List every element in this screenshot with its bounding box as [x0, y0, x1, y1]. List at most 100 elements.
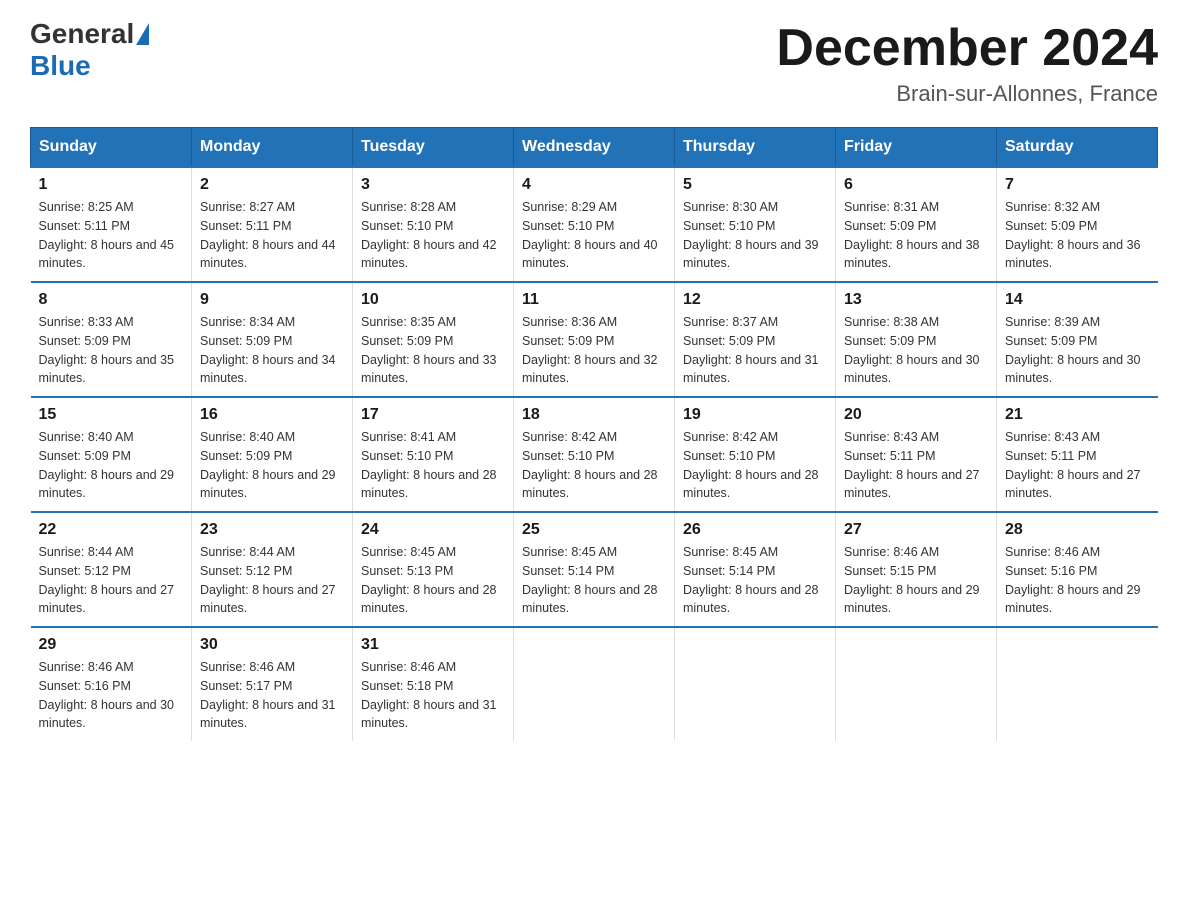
calendar-table: Sunday Monday Tuesday Wednesday Thursday… — [30, 127, 1158, 741]
col-wednesday: Wednesday — [514, 128, 675, 168]
calendar-day-cell: 27 Sunrise: 8:46 AMSunset: 5:15 PMDaylig… — [836, 512, 997, 627]
calendar-day-cell: 22 Sunrise: 8:44 AMSunset: 5:12 PMDaylig… — [31, 512, 192, 627]
col-tuesday: Tuesday — [353, 128, 514, 168]
day-info: Sunrise: 8:45 AMSunset: 5:14 PMDaylight:… — [522, 545, 658, 615]
day-info: Sunrise: 8:34 AMSunset: 5:09 PMDaylight:… — [200, 315, 336, 385]
day-number: 9 — [200, 291, 344, 309]
calendar-day-cell: 15 Sunrise: 8:40 AMSunset: 5:09 PMDaylig… — [31, 397, 192, 512]
day-number: 15 — [39, 406, 184, 424]
day-info: Sunrise: 8:25 AMSunset: 5:11 PMDaylight:… — [39, 200, 175, 270]
calendar-day-cell: 21 Sunrise: 8:43 AMSunset: 5:11 PMDaylig… — [997, 397, 1158, 512]
col-saturday: Saturday — [997, 128, 1158, 168]
day-number: 6 — [844, 176, 988, 194]
day-info: Sunrise: 8:32 AMSunset: 5:09 PMDaylight:… — [1005, 200, 1141, 270]
day-info: Sunrise: 8:44 AMSunset: 5:12 PMDaylight:… — [200, 545, 336, 615]
calendar-day-cell: 1 Sunrise: 8:25 AMSunset: 5:11 PMDayligh… — [31, 167, 192, 282]
day-number: 17 — [361, 406, 505, 424]
day-number: 19 — [683, 406, 827, 424]
calendar-day-cell: 11 Sunrise: 8:36 AMSunset: 5:09 PMDaylig… — [514, 282, 675, 397]
days-header-row: Sunday Monday Tuesday Wednesday Thursday… — [31, 128, 1158, 168]
day-info: Sunrise: 8:38 AMSunset: 5:09 PMDaylight:… — [844, 315, 980, 385]
calendar-day-cell: 7 Sunrise: 8:32 AMSunset: 5:09 PMDayligh… — [997, 167, 1158, 282]
day-info: Sunrise: 8:45 AMSunset: 5:13 PMDaylight:… — [361, 545, 497, 615]
calendar-day-cell: 10 Sunrise: 8:35 AMSunset: 5:09 PMDaylig… — [353, 282, 514, 397]
day-info: Sunrise: 8:36 AMSunset: 5:09 PMDaylight:… — [522, 315, 658, 385]
calendar-day-cell: 30 Sunrise: 8:46 AMSunset: 5:17 PMDaylig… — [192, 627, 353, 741]
day-number: 26 — [683, 521, 827, 539]
day-info: Sunrise: 8:46 AMSunset: 5:16 PMDaylight:… — [39, 660, 175, 730]
day-number: 11 — [522, 291, 666, 309]
calendar-day-cell: 18 Sunrise: 8:42 AMSunset: 5:10 PMDaylig… — [514, 397, 675, 512]
day-number: 14 — [1005, 291, 1150, 309]
day-number: 16 — [200, 406, 344, 424]
day-info: Sunrise: 8:46 AMSunset: 5:17 PMDaylight:… — [200, 660, 336, 730]
day-info: Sunrise: 8:44 AMSunset: 5:12 PMDaylight:… — [39, 545, 175, 615]
calendar-day-cell — [675, 627, 836, 741]
day-info: Sunrise: 8:42 AMSunset: 5:10 PMDaylight:… — [522, 430, 658, 500]
calendar-day-cell: 19 Sunrise: 8:42 AMSunset: 5:10 PMDaylig… — [675, 397, 836, 512]
day-number: 22 — [39, 521, 184, 539]
day-number: 24 — [361, 521, 505, 539]
day-number: 2 — [200, 176, 344, 194]
calendar-day-cell: 8 Sunrise: 8:33 AMSunset: 5:09 PMDayligh… — [31, 282, 192, 397]
calendar-day-cell: 3 Sunrise: 8:28 AMSunset: 5:10 PMDayligh… — [353, 167, 514, 282]
calendar-day-cell: 29 Sunrise: 8:46 AMSunset: 5:16 PMDaylig… — [31, 627, 192, 741]
day-info: Sunrise: 8:43 AMSunset: 5:11 PMDaylight:… — [1005, 430, 1141, 500]
day-number: 27 — [844, 521, 988, 539]
page-header: General Blue December 2024 Brain-sur-All… — [30, 20, 1158, 107]
calendar-week-row: 22 Sunrise: 8:44 AMSunset: 5:12 PMDaylig… — [31, 512, 1158, 627]
col-friday: Friday — [836, 128, 997, 168]
day-number: 18 — [522, 406, 666, 424]
calendar-day-cell: 13 Sunrise: 8:38 AMSunset: 5:09 PMDaylig… — [836, 282, 997, 397]
day-number: 29 — [39, 636, 184, 654]
day-number: 4 — [522, 176, 666, 194]
day-number: 13 — [844, 291, 988, 309]
day-number: 31 — [361, 636, 505, 654]
calendar-day-cell: 2 Sunrise: 8:27 AMSunset: 5:11 PMDayligh… — [192, 167, 353, 282]
calendar-day-cell: 9 Sunrise: 8:34 AMSunset: 5:09 PMDayligh… — [192, 282, 353, 397]
day-info: Sunrise: 8:41 AMSunset: 5:10 PMDaylight:… — [361, 430, 497, 500]
calendar-week-row: 15 Sunrise: 8:40 AMSunset: 5:09 PMDaylig… — [31, 397, 1158, 512]
calendar-day-cell — [836, 627, 997, 741]
day-number: 28 — [1005, 521, 1150, 539]
day-info: Sunrise: 8:28 AMSunset: 5:10 PMDaylight:… — [361, 200, 497, 270]
calendar-day-cell: 12 Sunrise: 8:37 AMSunset: 5:09 PMDaylig… — [675, 282, 836, 397]
day-info: Sunrise: 8:33 AMSunset: 5:09 PMDaylight:… — [39, 315, 175, 385]
day-number: 20 — [844, 406, 988, 424]
calendar-day-cell: 24 Sunrise: 8:45 AMSunset: 5:13 PMDaylig… — [353, 512, 514, 627]
day-info: Sunrise: 8:46 AMSunset: 5:18 PMDaylight:… — [361, 660, 497, 730]
calendar-day-cell: 6 Sunrise: 8:31 AMSunset: 5:09 PMDayligh… — [836, 167, 997, 282]
day-number: 21 — [1005, 406, 1150, 424]
day-number: 8 — [39, 291, 184, 309]
calendar-day-cell: 20 Sunrise: 8:43 AMSunset: 5:11 PMDaylig… — [836, 397, 997, 512]
logo-general-text: General — [30, 20, 134, 48]
calendar-day-cell: 16 Sunrise: 8:40 AMSunset: 5:09 PMDaylig… — [192, 397, 353, 512]
day-number: 25 — [522, 521, 666, 539]
day-number: 10 — [361, 291, 505, 309]
day-info: Sunrise: 8:45 AMSunset: 5:14 PMDaylight:… — [683, 545, 819, 615]
day-info: Sunrise: 8:46 AMSunset: 5:15 PMDaylight:… — [844, 545, 980, 615]
day-info: Sunrise: 8:42 AMSunset: 5:10 PMDaylight:… — [683, 430, 819, 500]
day-info: Sunrise: 8:40 AMSunset: 5:09 PMDaylight:… — [200, 430, 336, 500]
day-info: Sunrise: 8:35 AMSunset: 5:09 PMDaylight:… — [361, 315, 497, 385]
logo-blue-text: Blue — [30, 50, 91, 82]
calendar-week-row: 1 Sunrise: 8:25 AMSunset: 5:11 PMDayligh… — [31, 167, 1158, 282]
calendar-day-cell: 17 Sunrise: 8:41 AMSunset: 5:10 PMDaylig… — [353, 397, 514, 512]
day-info: Sunrise: 8:27 AMSunset: 5:11 PMDaylight:… — [200, 200, 336, 270]
calendar-day-cell: 5 Sunrise: 8:30 AMSunset: 5:10 PMDayligh… — [675, 167, 836, 282]
calendar-day-cell: 28 Sunrise: 8:46 AMSunset: 5:16 PMDaylig… — [997, 512, 1158, 627]
calendar-day-cell — [514, 627, 675, 741]
calendar-day-cell: 23 Sunrise: 8:44 AMSunset: 5:12 PMDaylig… — [192, 512, 353, 627]
day-number: 30 — [200, 636, 344, 654]
calendar-day-cell: 26 Sunrise: 8:45 AMSunset: 5:14 PMDaylig… — [675, 512, 836, 627]
calendar-day-cell: 14 Sunrise: 8:39 AMSunset: 5:09 PMDaylig… — [997, 282, 1158, 397]
day-info: Sunrise: 8:31 AMSunset: 5:09 PMDaylight:… — [844, 200, 980, 270]
col-sunday: Sunday — [31, 128, 192, 168]
calendar-day-cell: 31 Sunrise: 8:46 AMSunset: 5:18 PMDaylig… — [353, 627, 514, 741]
month-title: December 2024 — [776, 20, 1158, 77]
calendar-day-cell — [997, 627, 1158, 741]
day-info: Sunrise: 8:37 AMSunset: 5:09 PMDaylight:… — [683, 315, 819, 385]
col-monday: Monday — [192, 128, 353, 168]
logo-triangle-icon — [136, 23, 149, 45]
day-number: 7 — [1005, 176, 1150, 194]
